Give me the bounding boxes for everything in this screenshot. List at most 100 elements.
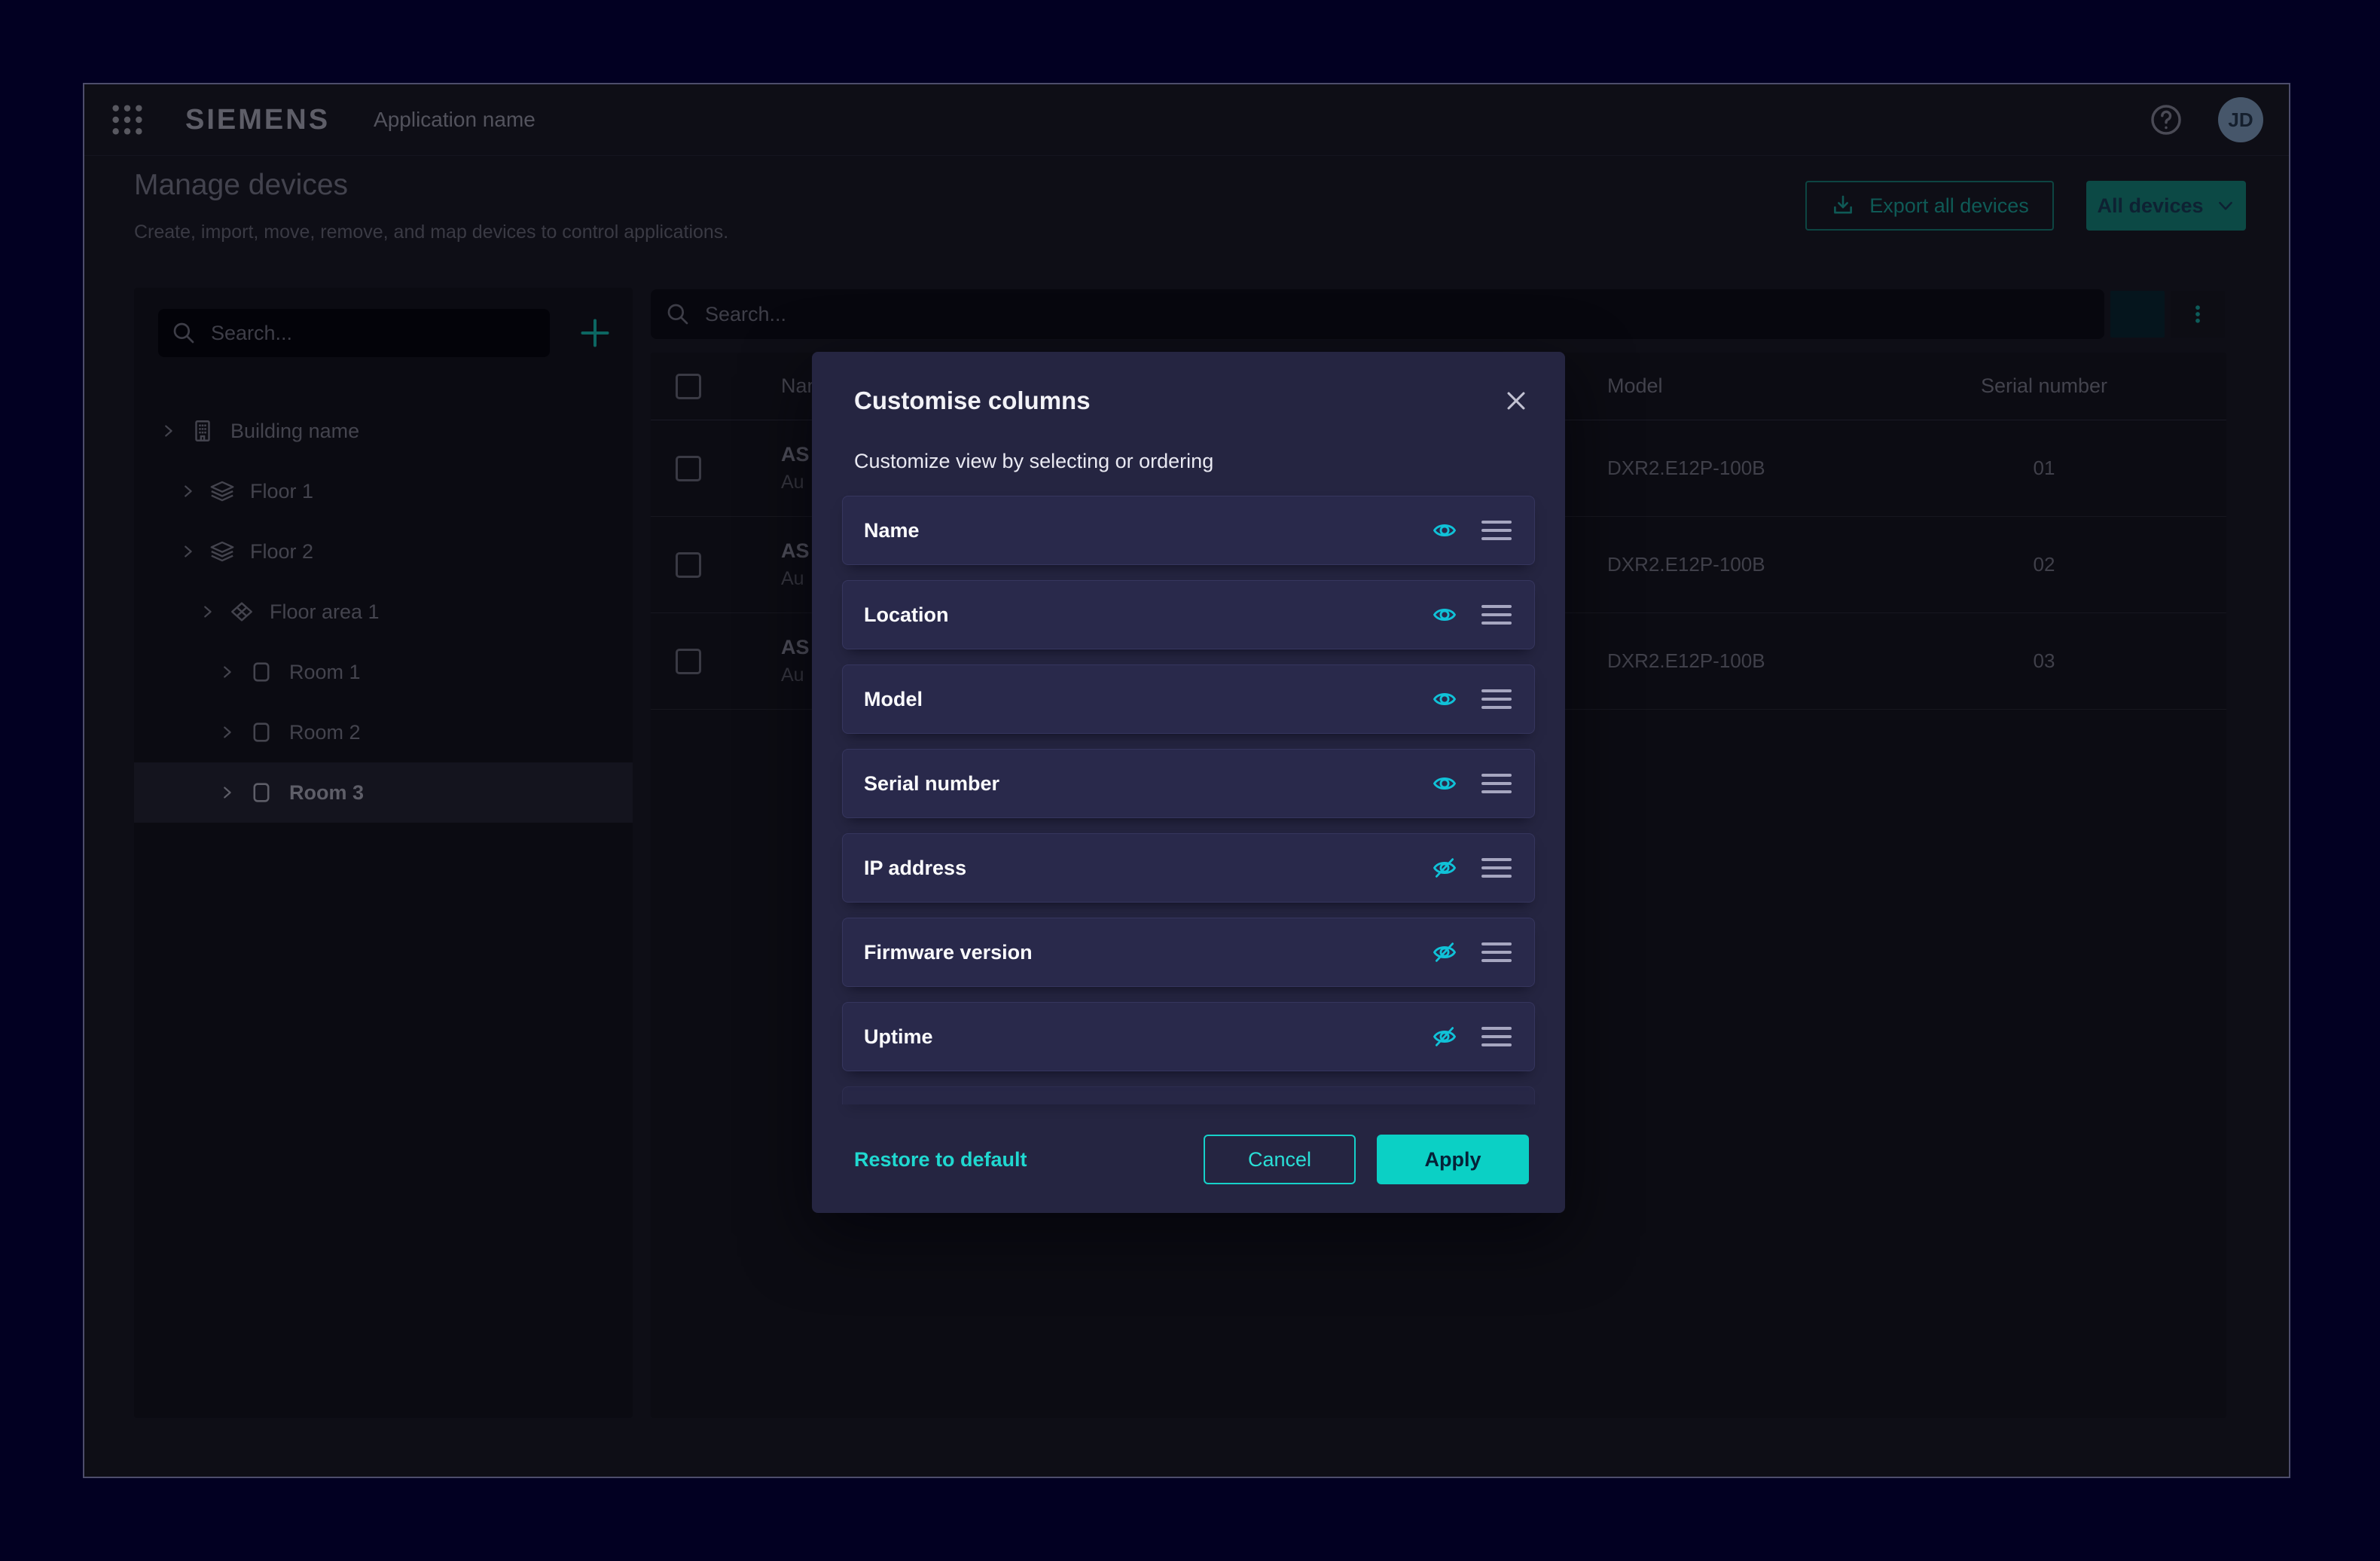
apply-button[interactable]: Apply: [1377, 1135, 1529, 1184]
eye-icon: [1432, 515, 1457, 545]
drag-handle[interactable]: [1481, 605, 1512, 625]
column-header-model[interactable]: Model: [1607, 374, 1931, 398]
kebab-menu-icon: [2186, 303, 2209, 325]
modal-header: Customise columns: [812, 352, 1565, 415]
column-row: Location: [842, 580, 1535, 649]
tree-item[interactable]: Floor 2: [134, 521, 633, 582]
column-row-label: Name: [864, 519, 1427, 542]
add-location-button[interactable]: [578, 316, 612, 350]
layers-icon: [209, 539, 235, 564]
sidebar-search: [158, 309, 550, 357]
tree-item-label: Room 3: [289, 781, 364, 805]
devices-search: [651, 289, 2104, 339]
column-row-label: IP address: [864, 857, 1427, 880]
column-row-label: Location: [864, 603, 1427, 627]
search-icon: [172, 321, 196, 345]
tree-item-label: Building name: [230, 420, 359, 443]
chevron-right-icon: [199, 603, 215, 620]
location-sidebar: Building name Floor 1 Floor 2 Floor area…: [134, 288, 633, 1418]
more-options-button[interactable]: [2171, 291, 2225, 338]
column-row-partial: [842, 1086, 1535, 1104]
drag-handle[interactable]: [1481, 521, 1512, 540]
device-serial: 01: [1931, 457, 2157, 480]
sidebar-search-input[interactable]: [209, 321, 536, 346]
row-checkbox[interactable]: [676, 649, 701, 674]
chevron-right-icon: [179, 483, 196, 499]
app-launcher-icon[interactable]: [110, 102, 145, 137]
building-icon: [190, 418, 215, 444]
column-row: IP address: [842, 833, 1535, 903]
tree-item[interactable]: Floor area 1: [134, 582, 633, 642]
view-toggle-button[interactable]: [2110, 291, 2165, 338]
row-checkbox[interactable]: [676, 552, 701, 578]
device-model: DXR2.E12P-100B: [1607, 553, 1931, 576]
toggle-visibility-button[interactable]: [1427, 766, 1462, 801]
download-icon: [1830, 193, 1856, 218]
tree-item-label: Room 2: [289, 721, 361, 744]
row-checkbox[interactable]: [676, 456, 701, 481]
location-tree: Building name Floor 1 Floor 2 Floor area…: [134, 401, 633, 823]
cancel-button[interactable]: Cancel: [1204, 1135, 1356, 1184]
tree-item-label: Room 1: [289, 661, 361, 684]
tree-item[interactable]: Room 1: [134, 642, 633, 702]
search-icon: [666, 302, 690, 326]
device-serial: 02: [1931, 553, 2157, 576]
eye-icon: [1432, 600, 1457, 630]
device-serial: 03: [1931, 649, 2157, 673]
devices-search-input[interactable]: [703, 302, 2089, 327]
export-all-devices-button[interactable]: Export all devices: [1805, 181, 2054, 231]
modal-title: Customise columns: [854, 386, 1503, 415]
chevron-right-icon: [218, 664, 235, 680]
room-icon: [249, 659, 274, 685]
column-row: Model: [842, 664, 1535, 734]
tree-item[interactable]: Building name: [134, 401, 633, 461]
toggle-visibility-button[interactable]: [1427, 1019, 1462, 1054]
avatar[interactable]: JD: [2218, 97, 2263, 142]
column-row: Firmware version: [842, 918, 1535, 987]
application-name: Application name: [374, 108, 536, 132]
toggle-visibility-button[interactable]: [1427, 513, 1462, 548]
chevron-right-icon: [218, 724, 235, 741]
column-row-label: Serial number: [864, 772, 1427, 796]
siemens-logo: SIEMENS: [185, 104, 330, 136]
device-model: DXR2.E12P-100B: [1607, 457, 1931, 480]
eye-off-icon: [1432, 937, 1457, 967]
chevron-right-icon: [160, 423, 176, 439]
toggle-visibility-button[interactable]: [1427, 682, 1462, 716]
select-all-checkbox[interactable]: [676, 374, 701, 399]
toggle-visibility-button[interactable]: [1427, 597, 1462, 632]
drag-handle[interactable]: [1481, 858, 1512, 878]
drag-handle[interactable]: [1481, 1027, 1512, 1046]
toggle-visibility-button[interactable]: [1427, 851, 1462, 885]
chevron-right-icon: [179, 543, 196, 560]
room-icon: [249, 780, 274, 805]
drag-handle[interactable]: [1481, 689, 1512, 709]
eye-icon: [1432, 768, 1457, 799]
column-header-serial[interactable]: Serial number: [1931, 374, 2157, 398]
restore-to-default-link[interactable]: Restore to default: [854, 1148, 1027, 1172]
modal-subtitle: Customize view by selecting or ordering: [812, 450, 1565, 473]
column-row-label: Firmware version: [864, 941, 1427, 964]
floor-area-icon: [229, 599, 255, 625]
tree-item-label: Floor 2: [250, 540, 313, 564]
tree-item[interactable]: Room 2: [134, 702, 633, 762]
eye-off-icon: [1432, 1022, 1457, 1052]
export-button-label: Export all devices: [1869, 194, 2029, 218]
chevron-right-icon: [218, 784, 235, 801]
device-model: DXR2.E12P-100B: [1607, 649, 1931, 673]
column-row-label: Uptime: [864, 1025, 1427, 1049]
toggle-visibility-button[interactable]: [1427, 935, 1462, 970]
all-devices-dropdown[interactable]: All devices: [2086, 181, 2246, 231]
tree-item-label: Floor area 1: [270, 600, 380, 624]
tree-item[interactable]: Room 3: [134, 762, 633, 823]
help-icon[interactable]: [2149, 102, 2183, 137]
close-icon[interactable]: [1503, 388, 1529, 414]
drag-handle[interactable]: [1481, 942, 1512, 962]
customise-columns-modal: Customise columns Customize view by sele…: [812, 352, 1565, 1213]
page-title: Manage devices: [134, 169, 348, 202]
drag-handle[interactable]: [1481, 774, 1512, 793]
top-bar: SIEMENS Application name JD: [84, 84, 2289, 156]
column-row: Serial number: [842, 749, 1535, 818]
tree-item[interactable]: Floor 1: [134, 461, 633, 521]
column-list: Name Location Model Serial number IP: [842, 496, 1535, 1104]
